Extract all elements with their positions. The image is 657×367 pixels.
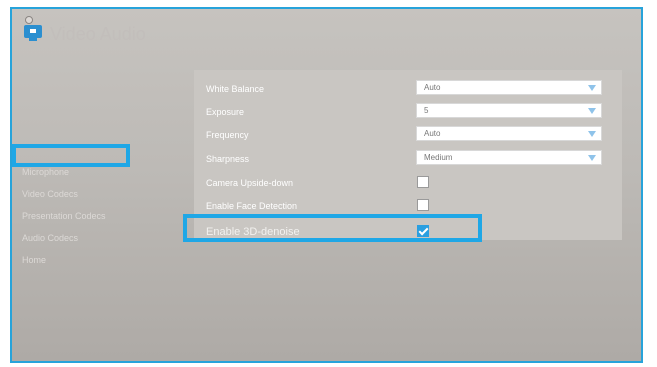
frequency-select[interactable]: Auto <box>416 126 602 141</box>
camera-upside-down-label: Camera Upside-down <box>206 178 294 188</box>
chevron-down-icon <box>588 131 596 137</box>
white-balance-label: White Balance <box>206 84 265 94</box>
face-detection-checkbox[interactable] <box>417 199 429 211</box>
sidebar-item-microphone[interactable]: Microphone <box>22 167 69 177</box>
denoise-3d-checkbox[interactable] <box>417 225 429 237</box>
sharpness-select[interactable]: Medium <box>416 150 602 165</box>
camera-upside-down-checkbox[interactable] <box>417 176 429 188</box>
page-title: Video Audio <box>50 24 146 44</box>
white-balance-value: Auto <box>424 83 441 92</box>
frequency-label: Frequency <box>206 130 249 140</box>
sharpness-value: Medium <box>424 153 453 162</box>
frequency-value: Auto <box>424 129 441 138</box>
sharpness-label: Sharpness <box>206 154 250 164</box>
chevron-down-icon <box>588 85 596 91</box>
sidebar-item-presentation-codecs[interactable]: Presentation Codecs <box>22 211 106 221</box>
monitor-stand-icon <box>29 38 37 41</box>
chevron-down-icon <box>588 108 596 114</box>
chevron-down-icon <box>588 155 596 161</box>
sidebar-item-home[interactable]: Home <box>22 255 46 265</box>
denoise-3d-label: Enable 3D-denoise <box>206 226 300 238</box>
exposure-value: 5 <box>424 106 429 115</box>
monitor-icon <box>24 25 42 38</box>
exposure-label: Exposure <box>206 107 245 117</box>
sidebar-item-video-codecs[interactable]: Video Codecs <box>22 189 78 199</box>
face-detection-label: Enable Face Detection <box>206 201 298 211</box>
sidebar-item-audio-codecs[interactable]: Audio Codecs <box>22 233 78 243</box>
sidebar-selection-highlight <box>12 144 130 167</box>
exposure-select[interactable]: 5 <box>416 103 602 118</box>
status-dot-icon <box>25 16 33 24</box>
white-balance-select[interactable]: Auto <box>416 80 602 95</box>
